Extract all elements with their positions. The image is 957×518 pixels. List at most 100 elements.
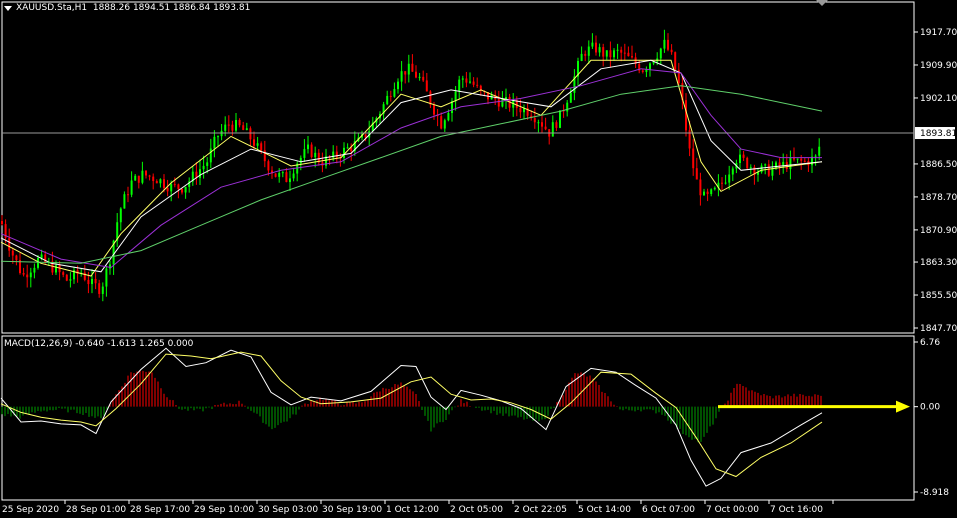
price-tick-label: 1909.90 [920,61,957,71]
candle-body [166,187,169,192]
bearish-candle [627,46,630,57]
bearish-candle [22,267,25,277]
candle-body [83,272,86,280]
candle-body [101,286,104,294]
candle-body [541,122,543,127]
candle-body [685,100,687,131]
candle-body [595,42,597,53]
candle-body [566,102,569,112]
bullish-candle [587,40,590,64]
bearish-candle [602,43,605,67]
time-tick-label: 5 Oct 14:00 [578,505,631,515]
candle-body [695,168,698,180]
candle-body [152,176,155,182]
candle-body [123,194,126,209]
bullish-candle [616,43,619,59]
bearish-candle [310,142,313,159]
candle-body [591,42,594,47]
bullish-candle [537,119,540,133]
candle-body [789,157,792,170]
candle-body [425,80,428,92]
candle-body [217,136,219,138]
candle-body [609,50,612,58]
bearish-candle [425,72,428,92]
bearish-candle [83,264,86,282]
candle-body [181,188,183,193]
bearish-candle [670,44,673,55]
bullish-candle [613,48,615,61]
bullish-candle [73,266,75,284]
bullish-candle [461,75,464,88]
bullish-candle [591,33,594,49]
candle-body [37,257,39,268]
bearish-candle [476,77,479,88]
symbol-dropdown-icon[interactable] [4,6,12,11]
bullish-candle [523,104,525,119]
bullish-candle [580,46,583,62]
bearish-candle [19,252,21,275]
bullish-candle [728,165,731,190]
bearish-candle [440,112,443,130]
bearish-candle [321,152,324,173]
bullish-candle [663,29,666,53]
bullish-candle [397,78,399,94]
bearish-candle [389,90,392,102]
chart-canvas: 1917.70 1909.90 1902.10 1886.50 1878.70 1870.… [0,1,957,515]
current-price-label: 1893.81 [920,129,957,139]
candle-body [674,52,677,70]
bearish-candle [742,150,745,161]
candle-body [274,173,277,177]
bearish-candle [631,45,633,59]
candle-body [299,157,302,164]
bearish-candle [58,261,61,281]
macd-tick-label: 6.76 [920,338,940,348]
candle-body [746,157,749,169]
price-axis: 1917.70 1909.90 1902.10 1886.50 1878.70 1870.… [914,28,957,334]
candle-body [137,175,140,183]
bullish-candle [386,90,389,106]
bearish-candle [487,92,489,105]
bullish-candle [119,207,122,231]
macd-main-line [0,347,823,487]
candle-body [235,120,237,131]
candle-body [767,164,770,176]
bearish-candle [785,154,788,173]
candle-body [472,81,475,85]
candle-body [551,122,554,137]
candlestick-series[interactable] [1,29,821,302]
bearish-candle [148,174,151,181]
candle-body [775,162,777,169]
bullish-candle [559,110,561,129]
bearish-candle [746,156,749,171]
bearish-candle [544,117,547,131]
candle-body [533,118,536,123]
price-tick-label: 1886.50 [920,160,957,170]
bullish-candle [703,188,705,196]
bullish-candle [458,75,461,100]
candle-body [40,254,43,258]
bearish-candle [274,173,277,178]
candle-body [796,158,799,160]
candle-body [598,47,601,53]
candle-body [213,136,216,149]
bearish-candle [562,104,565,118]
bearish-candle [249,126,252,147]
bearish-candle [548,129,551,145]
candle-body [22,273,25,275]
candle-body [199,169,201,178]
candle-body [227,124,230,126]
time-axis: 25 Sep 2020 28 Sep 01:00 28 Sep 17:00 29 Se… [2,500,834,515]
candle-body [699,179,702,196]
bullish-candle [796,158,799,164]
candle-body [289,178,291,183]
bullish-candle [443,118,446,133]
candle-body [443,120,446,129]
candle-body [458,79,461,92]
candle-body [65,274,68,281]
candle-body [148,175,151,177]
bullish-candle [400,61,403,91]
bullish-candle [724,174,727,185]
candle-body [1,221,3,225]
bearish-candle [692,139,695,176]
candle-body [224,124,227,131]
